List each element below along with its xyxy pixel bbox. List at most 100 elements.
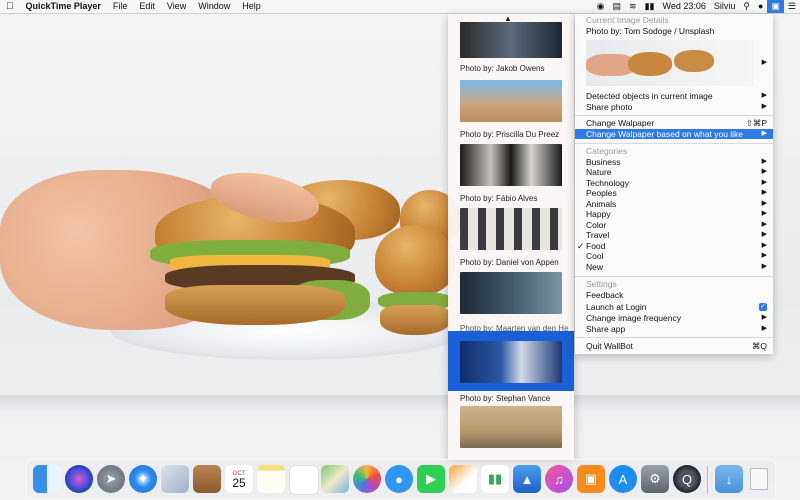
photo-item[interactable]: Photo by: Jakob Owens: [448, 22, 574, 74]
safari-icon[interactable]: ✦: [129, 465, 157, 493]
photo-item[interactable]: Photo by: Stephan Vance: [448, 394, 574, 458]
category-new[interactable]: New ▶: [575, 262, 773, 272]
calendar-icon[interactable]: OCT 25: [225, 465, 253, 493]
photo-thumbnail[interactable]: [460, 80, 562, 122]
menu-help[interactable]: Help: [236, 0, 267, 13]
menu-bar:  QuickTime Player File Edit View Window…: [0, 0, 800, 14]
maps-icon[interactable]: [321, 465, 349, 493]
share-app-item[interactable]: Share app ▶: [575, 324, 773, 334]
calendar-day: 25: [232, 476, 246, 490]
appstore-icon[interactable]: A: [609, 465, 637, 493]
photo-caption: Photo by: Stephan Vance: [460, 394, 551, 403]
categories-header: Categories: [586, 146, 628, 156]
change-wallpaper-item[interactable]: Change Walpaper ⇧⌘P: [575, 118, 773, 128]
menu-separator: [575, 115, 773, 116]
contacts-icon[interactable]: [193, 465, 221, 493]
menu-separator: [575, 143, 773, 144]
photo-caption: Photo by: Fábio Alves: [460, 194, 538, 203]
burger-bun: [380, 305, 450, 335]
facetime-icon[interactable]: ▶: [417, 465, 445, 493]
quicktime-icon[interactable]: Q: [673, 465, 701, 493]
photo-caption: Photo by: Jakob Owens: [460, 64, 545, 73]
menu-separator: [575, 337, 773, 338]
category-color[interactable]: Color ▶: [575, 220, 773, 230]
photo-thumbnail[interactable]: [460, 406, 562, 448]
cast-icon[interactable]: ▤: [609, 0, 626, 13]
menu-app-name[interactable]: QuickTime Player: [20, 0, 107, 13]
notes-icon[interactable]: [257, 465, 285, 493]
launch-at-login-item[interactable]: Launch at Login ✓: [575, 302, 773, 312]
reminders-icon[interactable]: [289, 465, 319, 495]
feedback-item[interactable]: Feedback: [575, 290, 773, 300]
photo-item[interactable]: Photo by: Daniel von Appen: [448, 208, 574, 270]
trash-can: [750, 468, 768, 490]
menu-window[interactable]: Window: [192, 0, 236, 13]
photo-caption: Photo by: Daniel von Appen: [460, 258, 559, 267]
menu-view[interactable]: View: [161, 0, 192, 13]
menu-separator: [575, 276, 773, 277]
photo-thumbnail[interactable]: [460, 272, 562, 314]
clock[interactable]: Wed 23:06: [658, 0, 709, 13]
trash-icon[interactable]: [745, 465, 773, 493]
preview-submenu-arrow[interactable]: ▶: [575, 58, 773, 68]
settings-header: Settings: [586, 279, 617, 289]
launchpad-icon[interactable]: ➤: [97, 465, 125, 493]
numbers-icon[interactable]: ▮▮: [481, 465, 509, 493]
checkmark-icon: ✓: [577, 241, 585, 251]
photo-suggestions-panel: ▲ Photo by: Jakob Owens Photo by: Prisci…: [448, 14, 574, 460]
burger-bun: [375, 225, 455, 295]
category-business[interactable]: Business ▶: [575, 157, 773, 167]
counter-edge: [0, 395, 800, 413]
siri-menu-icon[interactable]: ●: [754, 0, 767, 13]
menu-edit[interactable]: Edit: [133, 0, 161, 13]
detected-objects-item[interactable]: Detected objects in current image ▶: [575, 91, 773, 101]
image-frequency-item[interactable]: Change image frequency ▶: [575, 313, 773, 323]
battery-icon[interactable]: ▮▮: [641, 0, 659, 13]
user-name[interactable]: Silviu: [710, 0, 740, 13]
photo-item[interactable]: Photo by: Maarten van den He: [448, 272, 574, 334]
finder-icon[interactable]: [33, 465, 61, 493]
photo-item[interactable]: Photo by: Fábio Alves: [448, 144, 574, 206]
category-cool[interactable]: Cool ▶: [575, 251, 773, 261]
category-travel[interactable]: Travel ▶: [575, 230, 773, 240]
ibooks-icon[interactable]: ▣: [577, 465, 605, 493]
category-technology[interactable]: Technology ▶: [575, 178, 773, 188]
photo-caption: Photo by: Priscilla Du Preez: [460, 130, 560, 139]
messages-icon[interactable]: ●: [385, 465, 413, 493]
menu-file[interactable]: File: [107, 0, 134, 13]
launch-at-login-checkbox[interactable]: ✓: [759, 303, 767, 311]
wifi-icon[interactable]: ≋: [625, 0, 641, 13]
photo-thumbnail[interactable]: [460, 144, 562, 186]
category-happy[interactable]: Happy ▶: [575, 209, 773, 219]
photo-thumbnail[interactable]: [460, 22, 562, 58]
current-image-header: Current Image Details: [586, 15, 669, 25]
wallbot-menu: Current Image Details Photo by: Tom Sodo…: [575, 14, 773, 354]
photo-item-selected[interactable]: [448, 331, 574, 391]
itunes-icon[interactable]: ♫: [545, 465, 573, 493]
search-icon[interactable]: ⚲: [739, 0, 754, 13]
category-animals[interactable]: Animals ▶: [575, 199, 773, 209]
category-food[interactable]: ✓ Food ▶: [575, 241, 773, 251]
photos-icon[interactable]: [353, 465, 381, 493]
photo-item[interactable]: Photo by: Priscilla Du Preez: [448, 80, 574, 142]
quit-item[interactable]: Quit WallBot ⌘Q: [575, 341, 773, 351]
photo-thumbnail[interactable]: [460, 208, 562, 250]
preferences-icon[interactable]: ⚙: [641, 465, 669, 493]
category-nature[interactable]: Nature ▶: [575, 167, 773, 177]
photo-thumbnail[interactable]: [460, 341, 562, 383]
apple-icon[interactable]: : [0, 0, 20, 13]
change-wallpaper-based-item[interactable]: Change Walpaper based on what you like ▶: [575, 129, 773, 139]
keynote-icon[interactable]: ▲: [513, 465, 541, 493]
mail-stamp-icon[interactable]: [161, 465, 189, 493]
dock-separator: [707, 466, 708, 494]
record-icon[interactable]: ◉: [593, 0, 609, 13]
category-peoples[interactable]: Peoples ▶: [575, 188, 773, 198]
pages-icon[interactable]: [449, 465, 477, 493]
dock: ➤ ✦ OCT 25 ● ▶ ▮▮ ▲ ♫ ▣ A ⚙ Q ↓: [26, 459, 776, 499]
downloads-icon[interactable]: ↓: [715, 465, 743, 493]
notification-center-icon[interactable]: ☰: [784, 0, 800, 13]
siri-icon[interactable]: [65, 465, 93, 493]
wallbot-menu-icon[interactable]: ▣: [767, 0, 784, 13]
share-photo-item[interactable]: Share photo ▶: [575, 102, 773, 112]
burger-bun: [165, 285, 345, 325]
